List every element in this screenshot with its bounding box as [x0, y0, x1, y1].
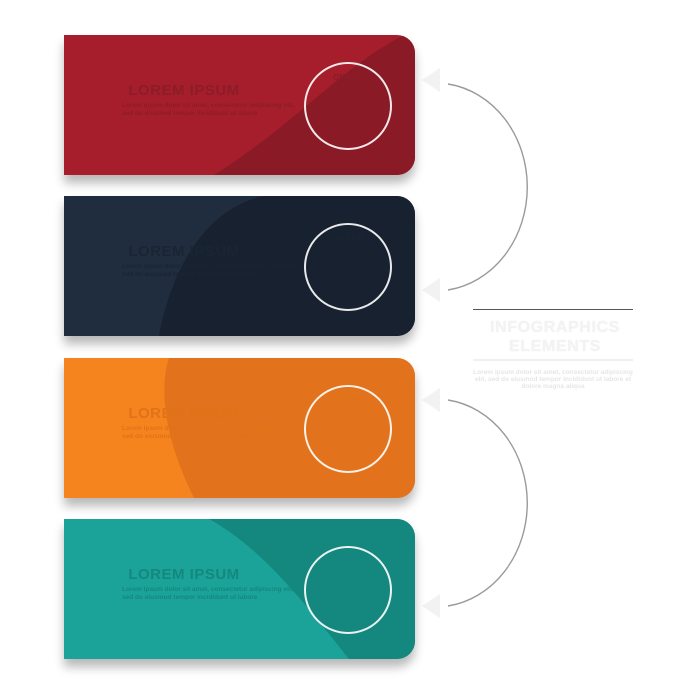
divider-top — [473, 309, 633, 310]
step-card-1: LOREM IPSUM Lorem ipsum dolor sit amet, … — [64, 35, 415, 175]
card-description: Lorem ipsum dolor sit amet, consectetur … — [122, 263, 295, 278]
card-title: LOREM IPSUM — [128, 405, 240, 422]
infographic-description: Lorem ipsum dolor sit amet, consectetur … — [473, 369, 633, 390]
step-card-4: LOREM IPSUM Lorem ipsum dolor sit amet, … — [64, 519, 415, 659]
infographic-title: INFOGRAPHICS ELEMENTS — [470, 318, 640, 356]
arrow-icon — [422, 68, 440, 92]
arrow-icon — [422, 388, 440, 412]
infographic-title-line-2: ELEMENTS — [509, 338, 601, 355]
card-description: Lorem ipsum dolor sit amet, consectetur … — [122, 425, 295, 440]
infographic-title-line-1: INFOGRAPHICS — [490, 319, 620, 336]
card-title: LOREM IPSUM — [128, 82, 240, 99]
card-description: Lorem ipsum dolor sit amet, consectetur … — [122, 586, 295, 601]
connector-arc-2 — [447, 399, 528, 607]
card-title: LOREM IPSUM — [128, 566, 240, 583]
card-description: Lorem ipsum dolor sit amet, consectetur … — [122, 102, 295, 117]
step-card-3: LOREM IPSUM Lorem ipsum dolor sit amet, … — [64, 358, 415, 498]
connector-arc-1 — [447, 83, 528, 291]
divider-bottom — [473, 359, 633, 361]
step-card-2: LOREM IPSUM Lorem ipsum dolor sit amet, … — [64, 196, 415, 336]
arrow-icon — [422, 278, 440, 302]
arrow-icon — [422, 594, 440, 618]
ring-label: OPSIIN — [332, 234, 364, 243]
ring-label: OPSIIN — [332, 73, 364, 82]
ring-label: OPSIIN — [332, 557, 364, 566]
card-title: LOREM IPSUM — [128, 243, 240, 260]
ring-label: OPSIIN — [332, 396, 364, 405]
